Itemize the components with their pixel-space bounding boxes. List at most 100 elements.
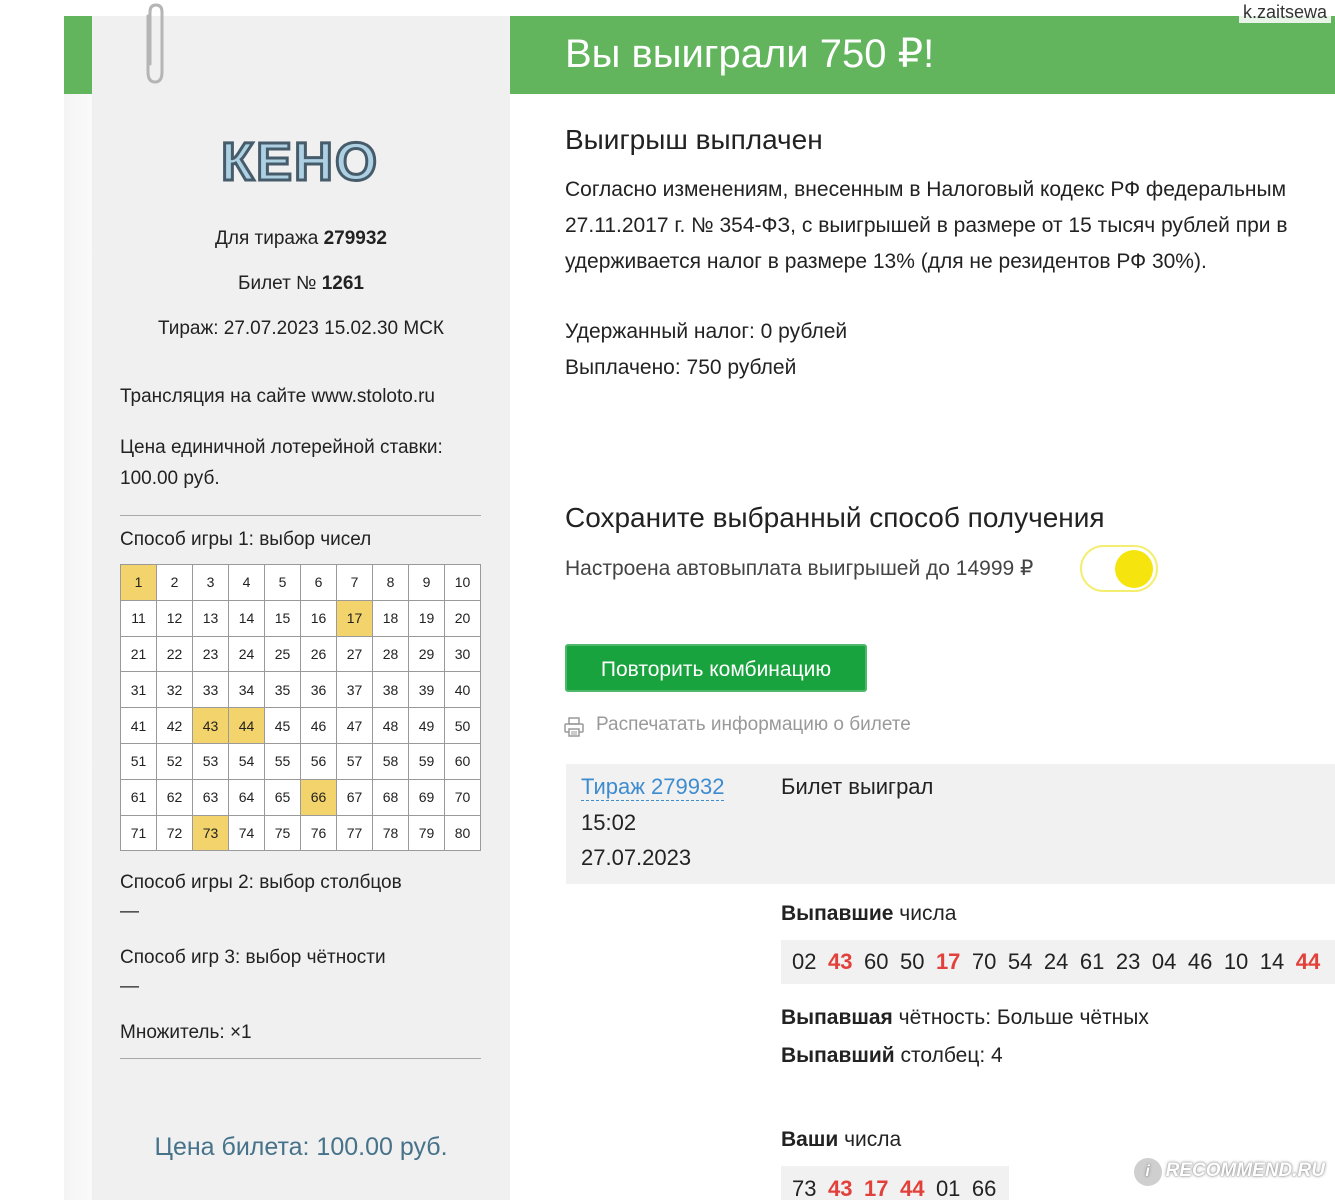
drawn-number: 23 — [1115, 949, 1141, 974]
grid-cell: 5 — [264, 564, 301, 601]
play-mode-1: Способ игры 1: выбор чисел — [120, 529, 372, 550]
grid-cell: 31 — [120, 671, 157, 709]
grid-row: 31 32 33 34 35 36 37 38 39 40 — [120, 671, 481, 709]
grid-cell: 40 — [444, 671, 481, 709]
draw-datetime: Тираж: 27.07.2023 15.02.30 МСК — [157, 318, 444, 339]
grid-cell: 33 — [192, 671, 229, 709]
grid-cell: 54 — [228, 742, 265, 780]
drawn-number: 54 — [1007, 949, 1033, 974]
grid-cell: 66 — [300, 778, 337, 816]
drawn-number: 61 — [1079, 949, 1105, 974]
grid-cell: 45 — [264, 707, 301, 744]
grid-cell: 28 — [372, 635, 409, 673]
grid-cell: 42 — [156, 707, 193, 744]
grid-cell: 73 — [192, 814, 229, 852]
draw-time: 15:02 — [581, 810, 637, 835]
grid-cell: 8 — [372, 564, 409, 601]
grid-cell: 44 — [228, 707, 265, 744]
grid-cell: 11 — [120, 599, 157, 637]
grid-cell: 79 — [408, 814, 445, 852]
grid-cell: 55 — [264, 742, 301, 780]
play-mode-3: Способ игр 3: выбор чётности — [120, 947, 386, 968]
grid-cell: 36 — [300, 671, 337, 709]
your-label-bold: Ваши — [781, 1128, 839, 1151]
grid-cell: 46 — [300, 707, 337, 744]
print-ticket-link[interactable]: Распечатать информацию о билете — [596, 714, 911, 736]
grid-cell: 2 — [156, 564, 193, 601]
grid-cell: 9 — [408, 564, 445, 601]
drawn-number: 46 — [1187, 949, 1213, 974]
grid-cell: 71 — [120, 814, 157, 852]
ticket-green-edge — [64, 16, 94, 94]
grid-cell: 51 — [120, 742, 157, 780]
grid-cell: 10 — [444, 564, 481, 601]
drawn-number: 70 — [971, 949, 997, 974]
number-grid: 1 2 3 4 5 6 7 8 9 10 11 12 13 14 15 16 17 18 19 20 21 22 23 24 2… — [120, 564, 481, 852]
ticket-number: 1261 — [321, 273, 365, 294]
grid-cell: 39 — [408, 671, 445, 709]
grid-cell: 77 — [336, 814, 373, 852]
printer-icon[interactable] — [563, 716, 585, 738]
drawn-number: 02 — [792, 949, 817, 974]
recommend-logo-icon: i — [1133, 1158, 1162, 1186]
drawn-number: 04 — [1151, 949, 1177, 974]
grid-cell: 65 — [264, 778, 301, 816]
repeat-combination-button[interactable]: Повторить комбинацию — [565, 644, 867, 692]
your-number: 01 — [935, 1176, 961, 1200]
grid-cell: 76 — [300, 814, 337, 852]
ticket-status: Билет выиграл — [781, 774, 934, 799]
grid-cell: 78 — [372, 814, 409, 852]
grid-cell: 49 — [408, 707, 445, 744]
grid-cell: 48 — [372, 707, 409, 744]
column-label-rest: столбец: 4 — [894, 1044, 1003, 1067]
grid-cell: 4 — [228, 564, 265, 601]
play-mode-3-value: — — [120, 976, 139, 997]
multiplier: Множитель: ×1 — [120, 1022, 252, 1043]
drawn-number: 17 — [935, 949, 961, 974]
grid-cell: 74 — [228, 814, 265, 852]
grid-cell: 58 — [372, 742, 409, 780]
grid-cell: 57 — [336, 742, 373, 780]
grid-row: 1 2 3 4 5 6 7 8 9 10 — [120, 564, 481, 601]
payout-title: Выигрыш выплачен — [565, 124, 823, 155]
play-mode-2-value: — — [120, 901, 139, 922]
drawn-numbers-list: 02 43 60 50 17 70 54 24 61 23 04 46 10 14 44 — [781, 940, 1335, 984]
grid-cell: 59 — [408, 742, 445, 780]
grid-cell: 19 — [408, 599, 445, 637]
draw-link[interactable]: Тираж 279932 — [581, 774, 725, 801]
tax-notice-line: 27.11.2017 г. № 354-ФЗ, с выигрышей в ра… — [565, 214, 1288, 237]
grid-cell: 15 — [264, 599, 301, 637]
grid-cell: 41 — [120, 707, 157, 744]
grid-cell: 62 — [156, 778, 193, 816]
drawn-numbers-label: Выпавшие числа — [781, 902, 956, 926]
grid-row: 11 12 13 14 15 16 17 18 19 20 — [120, 599, 481, 637]
draw-label: Для тиража — [215, 228, 319, 249]
grid-cell: 22 — [156, 635, 193, 673]
your-numbers-list: 73 43 17 44 01 66 — [781, 1166, 1009, 1200]
grid-row: 41 42 43 44 45 46 47 48 49 50 — [120, 707, 481, 744]
grid-cell: 63 — [192, 778, 229, 816]
auto-payout-toggle[interactable] — [1080, 545, 1158, 592]
drawn-number: 14 — [1259, 949, 1285, 974]
save-method-title: Сохраните выбранный способ получения — [565, 502, 1105, 533]
site-watermark-text: RECOMMEND.RU — [1165, 1160, 1325, 1181]
divider — [120, 1058, 481, 1059]
keno-logo: КЕНО — [220, 133, 379, 191]
your-number: 43 — [827, 1176, 853, 1200]
drawn-label-rest: числа — [893, 902, 957, 925]
parity-label-bold: Выпавшая — [781, 1006, 893, 1029]
grid-cell: 72 — [156, 814, 193, 852]
grid-cell: 30 — [444, 635, 481, 673]
divider — [120, 515, 481, 516]
grid-row: 61 62 63 64 65 66 67 68 69 70 — [120, 778, 481, 816]
draw-date: 27.07.2023 — [581, 845, 692, 870]
grid-cell: 21 — [120, 635, 157, 673]
drawn-number: 44 — [1295, 949, 1321, 974]
drawn-number: 60 — [863, 949, 889, 974]
your-number: 44 — [899, 1176, 925, 1200]
broadcast-text: Трансляция на сайте www.stoloto.ru — [120, 386, 436, 407]
grid-cell: 43 — [192, 707, 229, 744]
grid-cell: 53 — [192, 742, 229, 780]
ticket-shadow — [64, 94, 92, 1200]
tax-withheld: Удержанный налог: 0 рублей — [565, 320, 848, 343]
